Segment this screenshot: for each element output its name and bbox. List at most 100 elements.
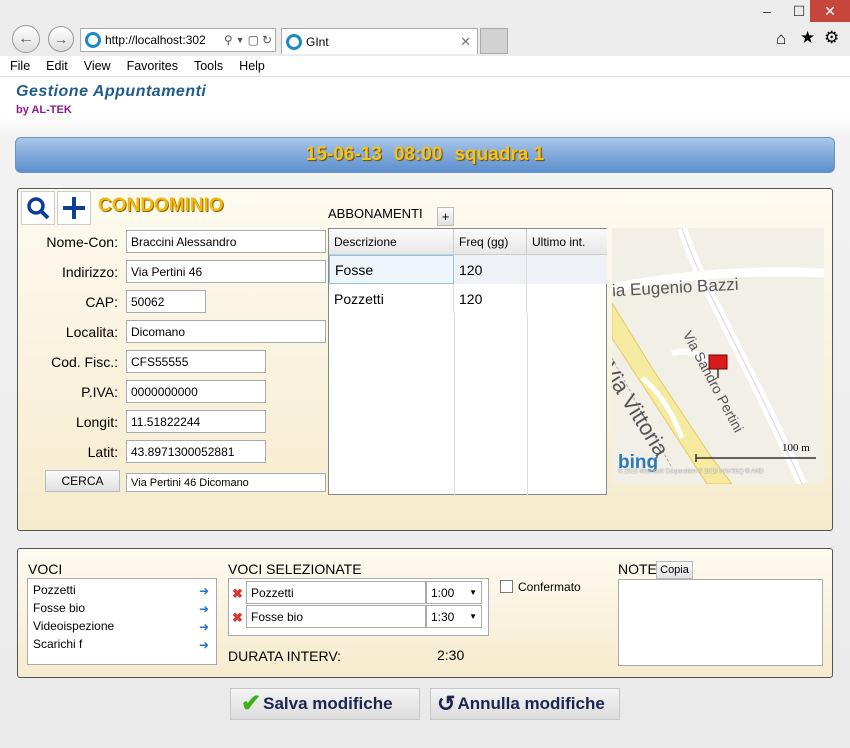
selected-item-time-select[interactable]: 1:00 ▼ xyxy=(426,581,482,604)
menu-tools[interactable]: Tools xyxy=(194,59,223,73)
undo-icon: ↺ xyxy=(437,691,456,716)
magnifier-icon xyxy=(27,197,50,220)
minimize-icon[interactable]: – xyxy=(752,0,782,22)
codfisc-field[interactable]: CFS55555 xyxy=(126,350,266,373)
cap-field[interactable]: 50062 xyxy=(126,290,206,313)
cerca-field[interactable]: Via Pertini 46 Dicomano xyxy=(126,473,326,492)
voci-item-videoispezione[interactable]: Videoispezione xyxy=(33,619,114,633)
indirizzo-field[interactable]: Via Pertini 46 xyxy=(126,260,326,283)
banner-team: squadra 1 xyxy=(454,144,545,165)
confermato-label: Confermato xyxy=(518,580,581,594)
checkmark-icon: ✔ xyxy=(241,690,262,717)
piva-label: P.IVA: xyxy=(81,384,118,400)
save-button[interactable]: ✔ Salva modifiche xyxy=(230,688,420,720)
cap-label: CAP: xyxy=(85,294,118,310)
voci-item-fosse-bio[interactable]: Fosse bio xyxy=(33,601,85,615)
new-tab-button[interactable] xyxy=(480,28,508,54)
localita-label: Localita: xyxy=(65,324,118,340)
nome-label: Nome-Con: xyxy=(46,234,118,250)
refresh-icon[interactable]: ↻ xyxy=(262,33,272,47)
cancel-button[interactable]: ↺ Annulla modifiche xyxy=(430,688,620,720)
arrow-right-icon[interactable]: ➜ xyxy=(199,639,211,651)
app-subtitle: by AL-TEK xyxy=(16,104,72,116)
app-title: Gestione Appuntamenti xyxy=(16,83,207,100)
selected-item-time-select[interactable]: 1:30 ▼ xyxy=(426,605,482,628)
map-scale: 100 m xyxy=(782,442,810,454)
grid-cell-freq-1[interactable]: 120 xyxy=(454,284,527,313)
tab-ginit[interactable]: GInt ✕ xyxy=(281,28,478,54)
grid-cell-ultimo-1[interactable] xyxy=(527,284,607,313)
menu-favorites[interactable]: Favorites xyxy=(127,59,178,73)
search-icon[interactable]: ⚲ xyxy=(224,33,233,47)
grid-cell-freq-0[interactable]: 120 xyxy=(454,255,527,284)
copia-button[interactable]: Copia xyxy=(656,561,693,579)
menu-help[interactable]: Help xyxy=(239,59,265,73)
voci-item-pozzetti[interactable]: Pozzetti xyxy=(33,583,76,597)
voci-selezionate-label: VOCI SELEZIONATE xyxy=(228,561,362,577)
grid-divider xyxy=(454,313,455,495)
grid-header-ultimo[interactable]: Ultimo int. xyxy=(527,229,607,255)
localita-field[interactable]: Dicomano xyxy=(126,320,326,343)
favorites-icon[interactable]: ★ xyxy=(800,28,815,48)
longit-label: Longit: xyxy=(75,414,118,430)
forward-icon[interactable]: → xyxy=(48,26,74,52)
latit-field[interactable]: 43.8971300052881 xyxy=(126,440,266,463)
note-textarea[interactable] xyxy=(618,579,823,666)
codfisc-label: Cod. Fisc.: xyxy=(51,354,118,370)
abbonamenti-grid: Descrizione Freq (gg) Ultimo int. Fosse … xyxy=(328,228,607,495)
back-icon[interactable]: ← xyxy=(12,25,40,53)
address-text: http://localhost:302 xyxy=(105,33,206,47)
menu-view[interactable]: View xyxy=(84,59,111,73)
arrow-right-icon[interactable]: ➜ xyxy=(199,585,211,597)
cancel-label: Annulla modifiche xyxy=(457,694,605,713)
piva-field[interactable]: 0000000000 xyxy=(126,380,266,403)
grid-header-descrizione[interactable]: Descrizione xyxy=(329,229,454,255)
confermato-checkbox[interactable] xyxy=(500,580,513,593)
nome-field[interactable]: Braccini Alessandro xyxy=(126,230,326,253)
settings-gear-icon[interactable]: ⚙ xyxy=(824,28,839,48)
chevron-down-icon: ▼ xyxy=(469,588,477,597)
abbonamenti-label: ABBONAMENTI xyxy=(328,206,423,221)
grid-divider xyxy=(527,313,528,495)
home-icon[interactable]: ⌂ xyxy=(776,29,786,49)
add-abbonamento-button[interactable]: + xyxy=(437,207,454,226)
tab-ie-icon xyxy=(286,33,302,50)
add-icon-button[interactable] xyxy=(57,191,91,225)
banner-date: 15-06-13 xyxy=(305,144,382,165)
chevron-down-icon: ▼ xyxy=(469,612,477,621)
address-bar[interactable]: http://localhost:302 ⚲ ▼ ▢ ↻ xyxy=(80,28,276,52)
menu-file[interactable]: File xyxy=(10,59,30,73)
appointment-banner: 15-06-13 08:00 squadra 1 xyxy=(15,137,835,173)
arrow-right-icon[interactable]: ➜ xyxy=(199,603,211,615)
search-icon-button[interactable] xyxy=(21,191,55,225)
remove-icon[interactable]: ✖ xyxy=(232,610,243,626)
selected-item-name[interactable]: Pozzetti xyxy=(246,581,426,604)
banner-time: 08:00 xyxy=(393,144,443,165)
voci-item-scarichi[interactable]: Scarichi f xyxy=(33,637,82,651)
selected-item-name[interactable]: Fosse bio xyxy=(246,605,426,628)
arrow-right-icon[interactable]: ➜ xyxy=(199,621,211,633)
selected-item-time: 1:00 xyxy=(431,585,455,600)
security-icon[interactable]: ▢ xyxy=(248,33,259,47)
tab-close-icon[interactable]: ✕ xyxy=(460,34,471,50)
map-view[interactable]: ia Eugenio Bazzi Via Vittoria Via Sandro… xyxy=(612,228,824,484)
condominio-heading: CONDOMINIO xyxy=(98,195,224,216)
durata-label: DURATA INTERV: xyxy=(228,648,342,664)
indirizzo-label: Indirizzo: xyxy=(61,264,118,280)
grid-header-freq[interactable]: Freq (gg) xyxy=(454,229,527,255)
voci-list: Pozzetti ➜ Fosse bio ➜ Videoispezione ➜ … xyxy=(27,578,217,665)
selected-item-time: 1:30 xyxy=(431,609,455,624)
voci-label: VOCI xyxy=(28,561,63,577)
cerca-button[interactable]: CERCA xyxy=(45,470,120,492)
grid-cell-descr-0[interactable]: Fosse xyxy=(329,255,454,284)
longit-field[interactable]: 11.51822244 xyxy=(126,410,266,433)
grid-cell-descr-1[interactable]: Pozzetti xyxy=(329,284,454,313)
grid-cell-ultimo-0[interactable] xyxy=(527,255,607,284)
dropdown-icon[interactable]: ▼ xyxy=(236,35,245,45)
close-icon[interactable]: ✕ xyxy=(810,0,850,22)
durata-value: 2:30 xyxy=(437,647,465,663)
remove-icon[interactable]: ✖ xyxy=(232,586,243,602)
ie-icon xyxy=(85,32,101,48)
menu-edit[interactable]: Edit xyxy=(46,59,68,73)
map-copyright: © 2013 Microsoft Corporation © 2010 NAVT… xyxy=(618,469,764,475)
